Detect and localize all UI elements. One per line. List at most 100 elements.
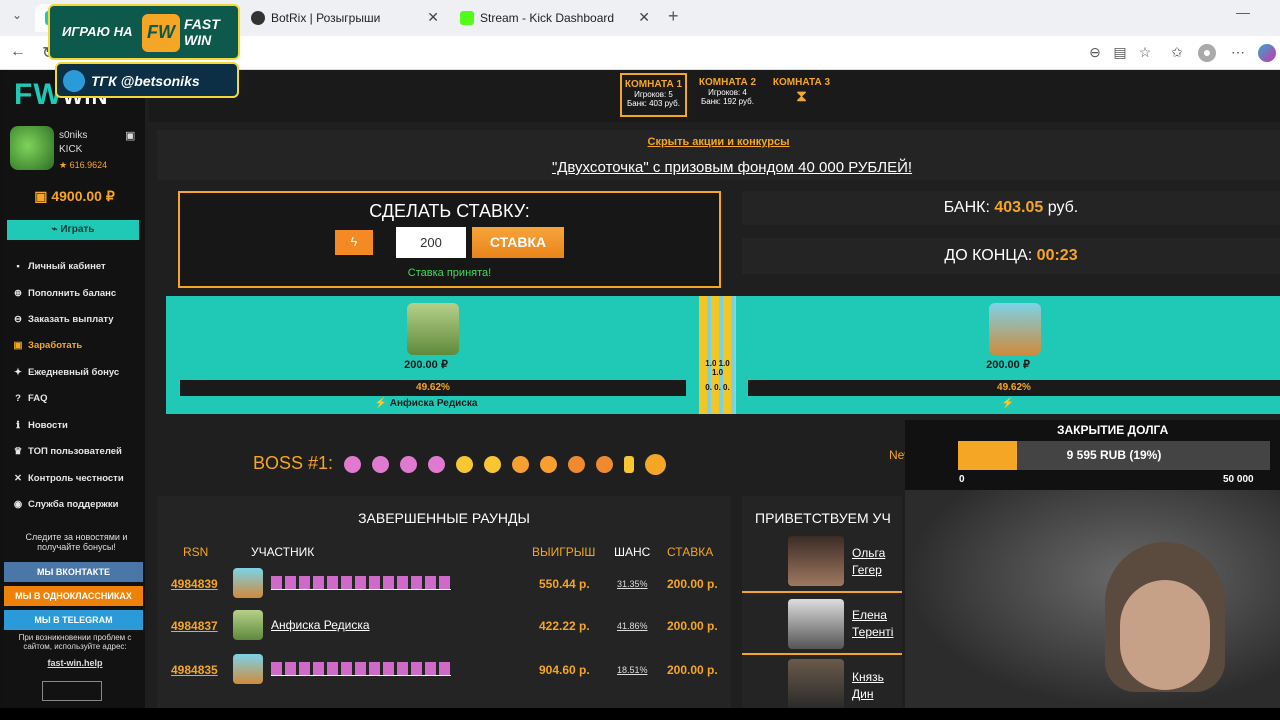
kiss-icon	[540, 455, 558, 473]
person-name[interactable]: Ольга Гегер	[852, 545, 885, 579]
user-icon: ▪	[16, 261, 20, 272]
menu-item[interactable]: ▪ Личный кабинет	[12, 261, 105, 272]
stork-avatar	[407, 303, 459, 355]
rsn-link[interactable]: 4984839	[171, 577, 218, 591]
tab-botrix[interactable]: BotRix | Розыгрыши ✕	[241, 4, 449, 32]
close-icon[interactable]: ✕	[638, 9, 650, 26]
stork-avatar	[233, 610, 263, 640]
copilot-icon[interactable]	[1258, 44, 1276, 62]
quick-bet-button[interactable]: ϟ	[335, 230, 373, 255]
bet-amount-input[interactable]	[396, 227, 466, 258]
back-icon[interactable]: ←	[10, 43, 26, 61]
avatar[interactable]	[10, 126, 54, 170]
tab-kick[interactable]: Stream - Kick Dashboard ✕	[450, 4, 660, 32]
menu-item[interactable]: ♛ ТОП пользователей	[12, 446, 122, 457]
question-icon[interactable]	[645, 453, 667, 475]
boss-label: BOSS #1:	[253, 453, 334, 473]
table-row[interactable]: 4984837 Анфиска Редиска 422.22 р. 41.86%…	[157, 606, 731, 646]
corgi-avatar	[989, 303, 1041, 355]
minimize-icon[interactable]: —	[1236, 4, 1250, 20]
profile-icon[interactable]: ●	[1198, 44, 1216, 62]
shuffle-icon: ✕	[14, 473, 22, 484]
place-bet-button[interactable]: СТАВКА	[472, 227, 564, 258]
face-icon	[428, 455, 446, 473]
question-icon: ?	[15, 393, 21, 404]
plus-icon: ⊕	[14, 288, 22, 299]
captcha-badge-icon	[42, 681, 102, 701]
table-row[interactable]: 4984835 904.60 р. 18.51% 200.00 р.	[157, 650, 731, 690]
room-3[interactable]: КОМНАТА 3 ⧗	[768, 73, 835, 117]
reader-icon[interactable]: ▤	[1111, 44, 1129, 62]
participant-emoji-name[interactable]	[271, 662, 451, 676]
angry-icon	[568, 455, 586, 473]
finished-rounds: ЗАВЕРШЕННЫЕ РАУНДЫ RSN УЧАСТНИК ВЫИГРЫШ …	[157, 496, 731, 708]
chance-bar: 49.62%	[180, 380, 686, 396]
logout-icon[interactable]: ▣	[125, 129, 135, 142]
webcam-feed	[905, 490, 1280, 708]
room-2[interactable]: КОМНАТА 2 Игроков: 4 Банк: 192 руб.	[694, 73, 761, 117]
participant-name[interactable]: Анфиска Редиска	[271, 618, 370, 632]
bank-box: БАНК: 403.05 руб.	[742, 191, 1280, 225]
bet-title: СДЕЛАТЬ СТАВКУ:	[369, 201, 530, 221]
kiss-icon	[512, 455, 530, 473]
fastwin-logo-icon: FW	[142, 14, 180, 52]
participant-emoji-name[interactable]	[271, 576, 451, 590]
more-icon[interactable]: ⋯	[1229, 44, 1247, 62]
face-icon	[372, 455, 390, 473]
social-promo-text: Следите за новостями и получайте бонусы!	[25, 532, 128, 552]
telegram-icon	[63, 70, 85, 92]
play-button[interactable]: ⌁ Играть	[7, 220, 139, 240]
menu-item[interactable]: ⊖ Заказать выплату	[12, 314, 114, 325]
face-icon	[400, 455, 418, 473]
menu-item[interactable]: ⊕ Пополнить баланс	[12, 288, 116, 299]
rounds-title: ЗАВЕРШЕННЫЕ РАУНДЫ	[358, 510, 530, 526]
support-icon: ◉	[13, 499, 23, 510]
streamer-face	[1120, 580, 1210, 690]
rsn-link[interactable]: 4984837	[171, 619, 218, 633]
tab-title: BotRix | Розыгрыши	[271, 11, 381, 25]
footer-link[interactable]: fast-win.help	[10, 658, 140, 668]
room-1[interactable]: КОМНАТА 1 Игроков: 5 Банк: 403 руб.	[620, 73, 687, 117]
close-icon[interactable]: ✕	[427, 9, 439, 26]
footer-note: При возникновении проблем с сайтом, испо…	[18, 633, 132, 651]
vk-button[interactable]: МЫ ВКОНТАКТЕ	[4, 562, 143, 582]
platform: KICK	[59, 144, 83, 155]
tab-title: Stream - Kick Dashboard	[480, 11, 615, 25]
favorites-icon[interactable]: ✩	[1168, 44, 1186, 62]
menu-item[interactable]: ✕ Контроль честности	[12, 473, 124, 484]
ok-button[interactable]: МЫ В ОДНОКЛАССНИКАХ	[4, 586, 143, 606]
menu-item[interactable]: ▣ Заработать	[12, 340, 83, 351]
news-icon: ℹ	[16, 420, 20, 431]
bet-status: Ставка принята!	[407, 267, 492, 279]
laugh-icon	[456, 455, 474, 473]
welcome-title: ПРИВЕТСТВУЕМ УЧ	[755, 510, 891, 526]
person-photo	[788, 659, 844, 708]
kick-favicon	[460, 11, 474, 25]
menu-item[interactable]: ✦ Ежедневный бонус	[12, 367, 119, 378]
zoom-icon[interactable]: ⊖	[1086, 44, 1104, 62]
welcome-panel: ПРИВЕТСТВУЕМ УЧ Ольга Гегер Елена Терентi …	[742, 496, 902, 708]
favorite-star-icon[interactable]: ☆	[1136, 44, 1154, 62]
person-photo	[788, 536, 844, 586]
rsn-link[interactable]: 4984835	[171, 663, 218, 677]
username: s0niks	[59, 130, 88, 141]
menu-item[interactable]: ? FAQ	[12, 393, 47, 404]
tab-list-icon[interactable]: ⌄	[12, 8, 22, 22]
gift-icon: ✦	[14, 367, 22, 378]
person-name[interactable]: Елена Терентi	[852, 607, 893, 641]
hide-promos-link[interactable]: Скрыть акции и конкурсы	[157, 136, 1280, 148]
promo-link[interactable]: "Двухсоточка" с призовым фондом 40 000 Р…	[157, 159, 1280, 176]
fighter-left: 200.00 ₽ 49.62% ⚡ Анфиска Редиска	[166, 296, 686, 414]
menu-item[interactable]: ◉ Служба поддержки	[12, 499, 119, 510]
menu-item[interactable]: ℹ Новости	[12, 420, 68, 431]
person-name[interactable]: Князь Дин	[852, 669, 884, 703]
trophy-icon: ♛	[13, 446, 23, 457]
divider	[742, 591, 902, 593]
botrix-favicon	[251, 11, 265, 25]
telegram-button[interactable]: МЫ В TELEGRAM	[4, 610, 143, 630]
table-row[interactable]: 4984839 550.44 р. 31.35% 200.00 р.	[157, 564, 731, 604]
chance-bar: 49.62%	[748, 380, 1280, 396]
corgi-avatar	[233, 654, 263, 684]
new-tab-icon[interactable]: +	[668, 6, 679, 27]
rating: ★ 616.9624	[59, 160, 108, 170]
